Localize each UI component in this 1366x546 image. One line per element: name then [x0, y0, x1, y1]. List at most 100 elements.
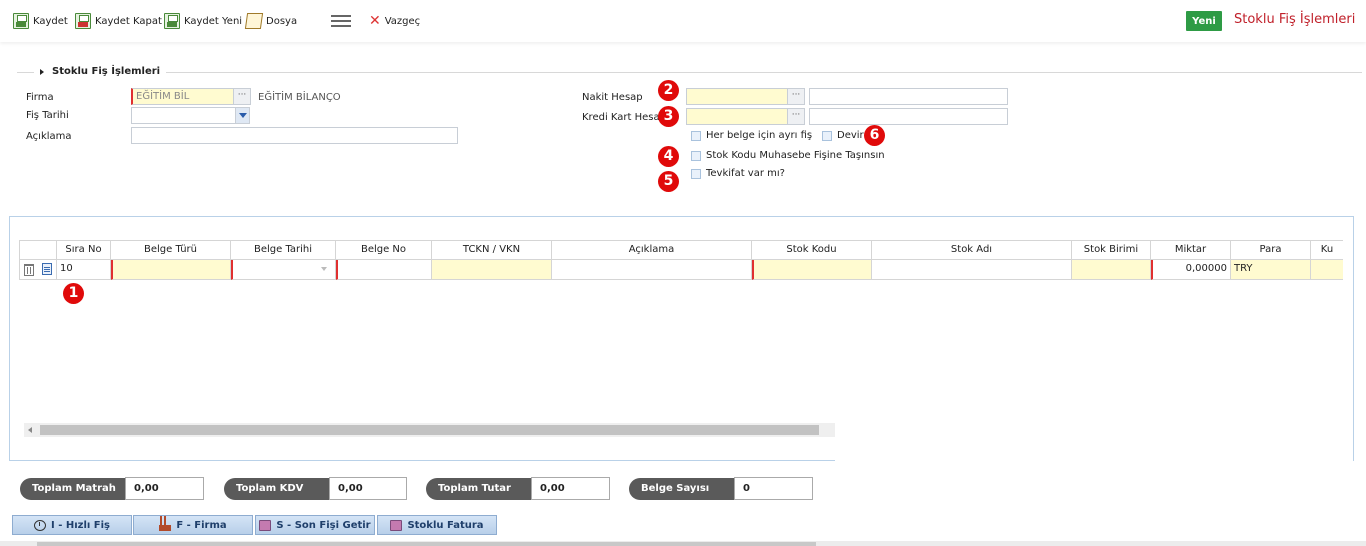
save-icon: [13, 13, 29, 29]
hizli-fis-button[interactable]: I - Hızlı Fiş: [12, 515, 132, 535]
grid-header-aciklama[interactable]: Açıklama: [552, 240, 752, 260]
kaydet-kapat-label: Kaydet Kapat: [95, 15, 162, 27]
cell-miktar[interactable]: 0,00000: [1151, 260, 1231, 280]
kredi-kart-input[interactable]: [686, 108, 790, 125]
tevkifat-checkbox[interactable]: [691, 168, 701, 179]
cell-stok-adi[interactable]: [872, 260, 1072, 280]
badge-5: 5: [658, 171, 679, 192]
son-fis-label: S - Son Fişi Getir: [276, 519, 371, 531]
grid-header-belge-turu[interactable]: Belge Türü: [111, 240, 231, 260]
close-icon: ✕: [369, 13, 381, 29]
dosya-button[interactable]: Dosya: [244, 12, 298, 30]
stok-kodu-label: Stok Kodu Muhasebe Fişine Taşınsın: [706, 150, 885, 161]
section-divider: [17, 72, 1362, 73]
stack-icon: [390, 519, 403, 531]
kredi-kart-label: Kredi Kart Hesap: [582, 112, 666, 123]
cell-aciklama[interactable]: [552, 260, 752, 280]
cell-belge-turu[interactable]: [111, 260, 231, 280]
grid-horizontal-scrollbar[interactable]: [24, 423, 835, 437]
grid-header-belge-tarihi[interactable]: Belge Tarihi: [231, 240, 336, 260]
grid-header-stok-kodu[interactable]: Stok Kodu: [752, 240, 872, 260]
firma-button[interactable]: F - Firma: [133, 515, 253, 535]
kaydet-kapat-button[interactable]: Kaydet Kapat: [75, 12, 162, 30]
cell-sira-no[interactable]: 10: [57, 260, 111, 280]
date-dropdown-icon[interactable]: [235, 108, 249, 123]
factory-icon: [159, 515, 172, 531]
stoklu-fatura-button[interactable]: Stoklu Fatura: [377, 515, 497, 535]
toplam-tutar-value: 0,00: [531, 477, 610, 500]
cell-belge-no[interactable]: [336, 260, 432, 280]
grid-header-stok-birimi[interactable]: Stok Birimi: [1072, 240, 1151, 260]
belge-sayisi-label: Belge Sayısı: [629, 478, 734, 500]
trash-icon[interactable]: [24, 264, 34, 276]
badge-4: 4: [658, 146, 679, 167]
nakit-hesap-input[interactable]: [686, 88, 790, 105]
tevkifat-checkbox-row[interactable]: Tevkifat var mı?: [691, 168, 785, 179]
devir-checkbox-row[interactable]: Devir: [822, 130, 864, 141]
section-header[interactable]: Stoklu Fiş İşlemleri: [34, 66, 167, 77]
her-belge-label: Her belge için ayrı fiş: [706, 130, 813, 141]
toolbar: Kaydet Kaydet Kapat Kaydet Yeni Dosya ✕ …: [0, 0, 1366, 42]
firma-label: Firma: [26, 92, 54, 103]
son-fis-button[interactable]: S - Son Fişi Getir: [255, 515, 375, 535]
firma-button-label: F - Firma: [176, 519, 227, 531]
stack-icon: [259, 519, 272, 531]
cell-para[interactable]: TRY: [1231, 260, 1311, 280]
hizli-fis-label: I - Hızlı Fiş: [51, 519, 110, 531]
file-edit-icon: [244, 13, 264, 29]
scrollbar-thumb[interactable]: [40, 425, 819, 435]
badge-2: 2: [658, 80, 679, 101]
nakit-hesap-desc[interactable]: [809, 88, 1008, 105]
firma-description: EĞİTİM BİLANÇO: [258, 92, 341, 103]
badge-3: 3: [658, 106, 679, 127]
kaydet-label: Kaydet: [33, 15, 68, 27]
vazgec-button[interactable]: ✕ Vazgeç: [369, 12, 420, 30]
aciklama-label: Açıklama: [26, 131, 72, 142]
grid-header-belge-no[interactable]: Belge No: [336, 240, 432, 260]
toplam-kdv-value: 0,00: [329, 477, 407, 500]
her-belge-checkbox[interactable]: [691, 130, 701, 141]
stoklu-fatura-label: Stoklu Fatura: [407, 519, 484, 531]
belge-tarihi-dropdown-icon[interactable]: [321, 267, 327, 271]
badge-6: 6: [864, 125, 885, 146]
her-belge-checkbox-row[interactable]: Her belge için ayrı fiş: [691, 130, 812, 141]
grid-header-tckn[interactable]: TCKN / VKN: [432, 240, 552, 260]
page-title: Stoklu Fiş İşlemleri: [1234, 12, 1356, 27]
document-icon[interactable]: [42, 263, 52, 275]
page-scrollbar-thumb[interactable]: [37, 542, 816, 546]
grid-header-actions: [19, 240, 57, 260]
grid-header-ku[interactable]: Ku: [1311, 240, 1343, 260]
cell-tckn[interactable]: [432, 260, 552, 280]
devir-checkbox[interactable]: [822, 130, 832, 141]
stok-kodu-checkbox[interactable]: [691, 150, 701, 161]
yeni-button[interactable]: Yeni: [1186, 11, 1222, 31]
nakit-lookup-button[interactable]: ···: [787, 88, 805, 105]
save-close-icon: [75, 13, 91, 29]
grid-header-stok-adi[interactable]: Stok Adı: [872, 240, 1072, 260]
fis-tarihi-input[interactable]: [131, 107, 250, 124]
grid-header-sira-no[interactable]: Sıra No: [57, 240, 111, 260]
toplam-kdv-label: Toplam KDV: [224, 478, 329, 500]
firma-lookup-button[interactable]: ···: [233, 88, 251, 105]
grid-bottom-border: [9, 460, 835, 461]
section-title: Stoklu Fiş İşlemleri: [52, 66, 161, 77]
scroll-left-icon[interactable]: [28, 427, 32, 433]
kredi-kart-desc[interactable]: [809, 108, 1008, 125]
cell-stok-kodu[interactable]: [752, 260, 872, 280]
nakit-hesap-label: Nakit Hesap: [582, 92, 643, 103]
grid-header-miktar[interactable]: Miktar: [1151, 240, 1231, 260]
firma-input[interactable]: EĞİTİM BİL: [131, 88, 237, 105]
dosya-label: Dosya: [266, 15, 298, 27]
kaydet-yeni-label: Kaydet Yeni: [184, 15, 243, 27]
grid-header-para[interactable]: Para: [1231, 240, 1311, 260]
kredi-lookup-button[interactable]: ···: [787, 108, 805, 125]
kaydet-button[interactable]: Kaydet: [13, 12, 68, 30]
aciklama-input[interactable]: [131, 127, 458, 144]
stok-kodu-checkbox-row[interactable]: Stok Kodu Muhasebe Fişine Taşınsın: [691, 150, 885, 161]
menu-icon[interactable]: [331, 15, 351, 27]
cell-stok-birimi[interactable]: [1072, 260, 1151, 280]
kaydet-yeni-button[interactable]: Kaydet Yeni: [164, 12, 242, 30]
cell-ku[interactable]: [1311, 260, 1343, 280]
tevkifat-label: Tevkifat var mı?: [706, 168, 785, 179]
vazgec-label: Vazgeç: [384, 15, 421, 27]
